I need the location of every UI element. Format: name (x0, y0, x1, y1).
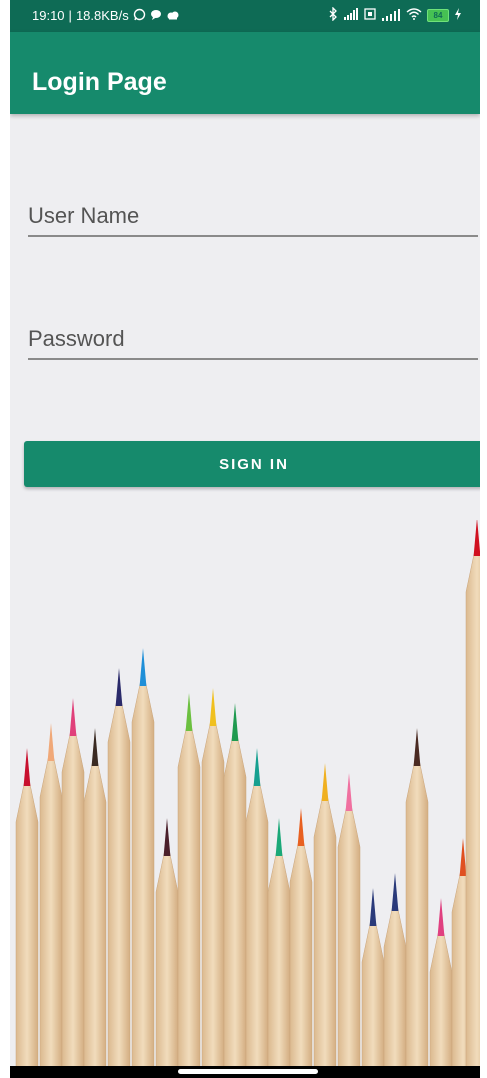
status-left: 19:10 | 18.8KB/s (32, 8, 180, 23)
pencil-tip-21 (473, 520, 480, 556)
pencil-tip-5 (115, 668, 123, 706)
cloud-icon (166, 9, 180, 23)
battery-icon: 84 (427, 8, 449, 22)
pencil-8 (177, 714, 201, 1078)
pencil-10 (223, 724, 247, 1078)
pencil-5 (107, 689, 131, 1078)
pencil-tip-9 (209, 688, 217, 726)
pencil-tip-2 (47, 723, 55, 761)
sim-icon (364, 8, 376, 22)
signal-5g-icon (381, 8, 401, 23)
status-network-speed: 18.8KB/s (75, 8, 129, 23)
pencil-tip-16 (369, 888, 377, 926)
pencil-12 (267, 839, 291, 1078)
pencil-1 (15, 769, 39, 1078)
charging-icon (454, 8, 462, 22)
pencil-3 (61, 719, 85, 1078)
wifi-icon (406, 8, 422, 22)
pencil-tip-1 (23, 748, 31, 786)
whatsapp-icon (133, 8, 146, 23)
pencil-tip-4 (91, 728, 99, 766)
pencil-tip-7 (163, 818, 171, 856)
pencil-tip-12 (275, 818, 283, 856)
pencil-tip-17 (391, 873, 399, 911)
username-input[interactable] (28, 203, 478, 235)
password-field-container (28, 326, 478, 360)
pencil-13 (289, 829, 313, 1078)
username-field-container (28, 203, 478, 237)
sign-in-button[interactable]: SIGN IN (24, 441, 480, 487)
pencil-tip-18 (413, 728, 421, 766)
colored-pencils-image (15, 520, 480, 1078)
status-bar: 19:10 | 18.8KB/s 84 (10, 0, 480, 32)
pencil-7 (155, 839, 179, 1078)
pencil-17 (383, 894, 407, 1078)
pencil-tip-13 (297, 808, 305, 846)
pencil-tip-19 (437, 898, 445, 936)
pencil-4 (83, 749, 107, 1078)
pencil-19 (429, 919, 453, 1078)
pencil-15 (337, 794, 361, 1078)
pencil-2 (39, 744, 63, 1078)
pencil-tip-3 (69, 698, 77, 736)
pencil-tip-8 (185, 693, 193, 731)
pencil-tip-20 (459, 838, 467, 876)
chat-icon (150, 9, 162, 23)
pencil-tip-6 (139, 648, 147, 686)
pencil-11 (245, 769, 269, 1078)
status-time: 19:10 (32, 8, 65, 23)
bluetooth-icon (329, 6, 338, 23)
pencil-tip-11 (253, 748, 261, 786)
status-separator: | (68, 8, 72, 23)
pencil-16 (361, 909, 385, 1078)
pencil-tip-15 (345, 773, 353, 811)
pencil-tip-14 (321, 763, 329, 801)
status-right: 84 (329, 6, 462, 23)
phone-screen: 19:10 | 18.8KB/s 84 Login Page User Name… (10, 0, 480, 1078)
signal-icon (343, 8, 359, 22)
password-input[interactable] (28, 326, 478, 358)
home-indicator[interactable] (178, 1069, 318, 1074)
page-title: Login Page (32, 68, 167, 96)
pencil-6 (131, 669, 155, 1078)
pencil-18 (405, 749, 429, 1078)
pencil-tip-10 (231, 703, 239, 741)
pencil-9 (201, 709, 225, 1078)
app-bar: Login Page (10, 32, 480, 114)
pencil-14 (313, 784, 337, 1078)
pencil-21 (465, 539, 480, 1078)
